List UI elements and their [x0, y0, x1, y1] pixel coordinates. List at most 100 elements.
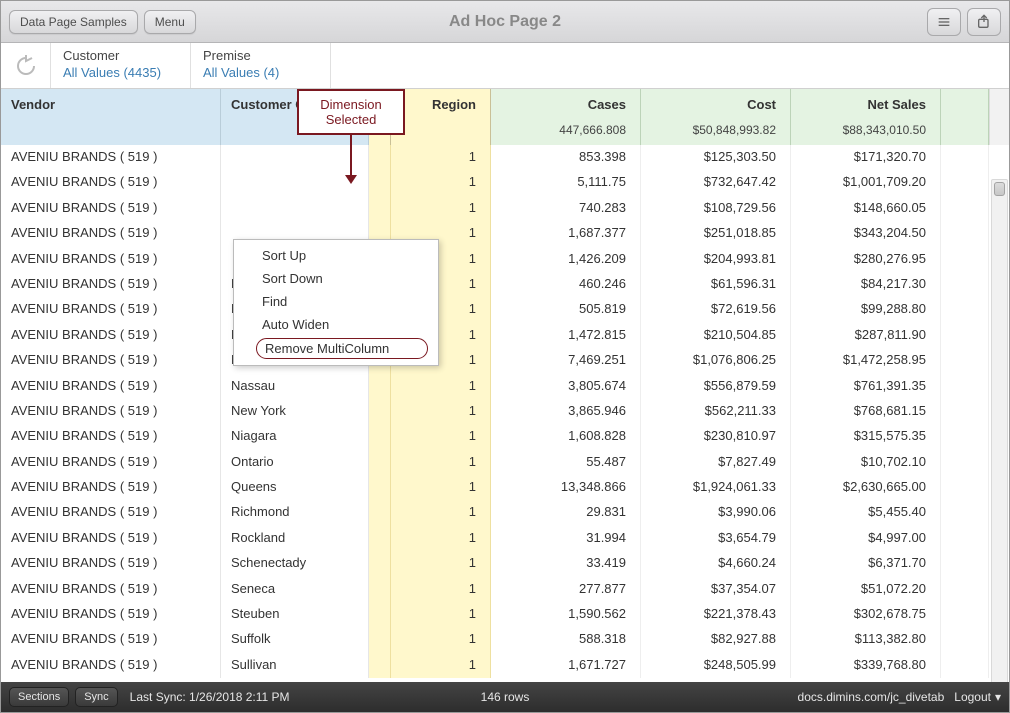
cell-region-pad	[369, 424, 391, 449]
cell-spacer	[941, 247, 989, 272]
col-header-cases[interactable]: Cases 447,666.808	[491, 89, 641, 145]
annotation-line2: Selected	[299, 112, 403, 127]
table-row[interactable]: AVENIU BRANDS ( 519 )15,111.75$732,647.4…	[1, 170, 1009, 195]
table-row[interactable]: AVENIU BRANDS ( 519 )New York13,865.946$…	[1, 399, 1009, 424]
table-row[interactable]: AVENIU BRANDS ( 519 )Seneca1277.877$37,3…	[1, 577, 1009, 602]
cell-region: 1	[391, 196, 491, 221]
menu-button[interactable]: Menu	[144, 10, 196, 34]
table-row[interactable]: AVENIU BRANDS ( 519 )Kings1505.819$72,61…	[1, 297, 1009, 322]
cell-net: $4,997.00	[791, 526, 941, 551]
logout-label: Logout	[954, 690, 991, 704]
filter-customer[interactable]: Customer All Values (4435)	[51, 43, 191, 88]
annotation-line1: Dimension	[299, 97, 403, 112]
cell-spacer	[941, 551, 989, 576]
scrollbar-thumb[interactable]	[994, 182, 1005, 196]
cell-spacer	[941, 577, 989, 602]
ctx-sort-up[interactable]: Sort Up	[234, 244, 438, 267]
row-count: 146 rows	[481, 690, 530, 704]
logout-button[interactable]: Logout ▾	[954, 690, 1001, 704]
sync-button[interactable]: Sync	[75, 687, 117, 707]
vertical-scrollbar[interactable]	[991, 179, 1008, 684]
cell-cases: 33.419	[491, 551, 641, 576]
col-header-cost[interactable]: Cost $50,848,993.82	[641, 89, 791, 145]
col-header-net-sales[interactable]: Net Sales $88,343,010.50	[791, 89, 941, 145]
cell-region: 1	[391, 526, 491, 551]
cell-net: $10,702.10	[791, 450, 941, 475]
table-row[interactable]: AVENIU BRANDS ( 519 )Steuben11,590.562$2…	[1, 602, 1009, 627]
table-row[interactable]: AVENIU BRANDS ( 519 )Ontario155.487$7,82…	[1, 450, 1009, 475]
cell-spacer	[941, 221, 989, 246]
statusbar: Sections Sync Last Sync: 1/26/2018 2:11 …	[1, 682, 1009, 712]
table-row[interactable]: AVENIU BRANDS ( 519 )Franklin1460.246$61…	[1, 272, 1009, 297]
host-text: docs.dimins.com/jc_divetab	[798, 690, 945, 704]
cell-county: Steuben	[221, 602, 369, 627]
cell-vendor: AVENIU BRANDS ( 519 )	[1, 450, 221, 475]
col-header-vendor[interactable]: Vendor	[1, 89, 221, 145]
cell-region-pad	[369, 602, 391, 627]
cell-net: $51,072.20	[791, 577, 941, 602]
cell-cases: 13,348.866	[491, 475, 641, 500]
table-row[interactable]: AVENIU BRANDS ( 519 )Queens113,348.866$1…	[1, 475, 1009, 500]
cell-spacer	[941, 475, 989, 500]
filter-customer-value[interactable]: All Values (4435)	[63, 65, 178, 80]
cell-vendor: AVENIU BRANDS ( 519 )	[1, 247, 221, 272]
table-row[interactable]: AVENIU BRANDS ( 519 )11,687.377$251,018.…	[1, 221, 1009, 246]
table-row[interactable]: AVENIU BRANDS ( 519 )Niagara11,608.828$2…	[1, 424, 1009, 449]
filter-premise[interactable]: Premise All Values (4)	[191, 43, 331, 88]
cell-region: 1	[391, 374, 491, 399]
table-row[interactable]: AVENIU BRANDS ( 519 )1853.398$125,303.50…	[1, 145, 1009, 170]
cell-net: $171,320.70	[791, 145, 941, 170]
cell-county: New York	[221, 399, 369, 424]
data-page-samples-button[interactable]: Data Page Samples	[9, 10, 138, 34]
cell-cost: $732,647.42	[641, 170, 791, 195]
cell-spacer	[941, 653, 989, 678]
col-header-region[interactable]: Region	[391, 89, 491, 145]
cell-region-pad	[369, 196, 391, 221]
refresh-icon[interactable]	[1, 43, 51, 88]
table-row[interactable]: AVENIU BRANDS ( 519 )Suffolk1588.318$82,…	[1, 627, 1009, 652]
table-row[interactable]: AVENIU BRANDS ( 519 )Richmond129.831$3,9…	[1, 500, 1009, 525]
cell-vendor: AVENIU BRANDS ( 519 )	[1, 602, 221, 627]
cell-region: 1	[391, 602, 491, 627]
cell-net: $2,630,665.00	[791, 475, 941, 500]
sections-button[interactable]: Sections	[9, 687, 69, 707]
annotation-arrowhead	[345, 175, 357, 184]
cell-vendor: AVENIU BRANDS ( 519 )	[1, 221, 221, 246]
table-row[interactable]: AVENIU BRANDS ( 519 )Nassau13,805.674$55…	[1, 374, 1009, 399]
cell-region-pad	[369, 551, 391, 576]
cell-cost: $3,990.06	[641, 500, 791, 525]
cell-net: $302,678.75	[791, 602, 941, 627]
table-row[interactable]: AVENIU BRANDS ( 519 )Schenectady133.419$…	[1, 551, 1009, 576]
ctx-sort-down[interactable]: Sort Down	[234, 267, 438, 290]
table-row[interactable]: AVENIU BRANDS ( 519 )Monroe17,469.251$1,…	[1, 348, 1009, 373]
cell-region-pad	[369, 450, 391, 475]
cell-region: 1	[391, 450, 491, 475]
cell-cost: $562,211.33	[641, 399, 791, 424]
cell-vendor: AVENIU BRANDS ( 519 )	[1, 627, 221, 652]
cell-spacer	[941, 297, 989, 322]
table-row[interactable]: AVENIU BRANDS ( 519 )Rockland131.994$3,6…	[1, 526, 1009, 551]
hamburger-icon[interactable]	[927, 8, 961, 36]
table-row[interactable]: AVENIU BRANDS ( 519 )11,426.209$204,993.…	[1, 247, 1009, 272]
cell-cases: 7,469.251	[491, 348, 641, 373]
cell-region-pad	[369, 577, 391, 602]
cell-net: $84,217.30	[791, 272, 941, 297]
header-spacer	[941, 89, 989, 145]
filter-premise-value[interactable]: All Values (4)	[203, 65, 318, 80]
ctx-remove-multicolumn[interactable]: Remove MultiColumn	[256, 338, 428, 359]
cell-net: $148,660.05	[791, 196, 941, 221]
cell-vendor: AVENIU BRANDS ( 519 )	[1, 399, 221, 424]
cell-spacer	[941, 450, 989, 475]
cell-vendor: AVENIU BRANDS ( 519 )	[1, 196, 221, 221]
cell-cost: $125,303.50	[641, 145, 791, 170]
ctx-find[interactable]: Find	[234, 290, 438, 313]
total-cases: 447,666.808	[505, 123, 626, 137]
share-icon[interactable]	[967, 8, 1001, 36]
cell-spacer	[941, 374, 989, 399]
cell-county: Schenectady	[221, 551, 369, 576]
table-row[interactable]: AVENIU BRANDS ( 519 )Sullivan11,671.727$…	[1, 653, 1009, 678]
cell-vendor: AVENIU BRANDS ( 519 )	[1, 526, 221, 551]
ctx-auto-widen[interactable]: Auto Widen	[234, 313, 438, 336]
table-row[interactable]: AVENIU BRANDS ( 519 )1740.283$108,729.56…	[1, 196, 1009, 221]
table-row[interactable]: AVENIU BRANDS ( 519 )Livingston11,472.81…	[1, 323, 1009, 348]
